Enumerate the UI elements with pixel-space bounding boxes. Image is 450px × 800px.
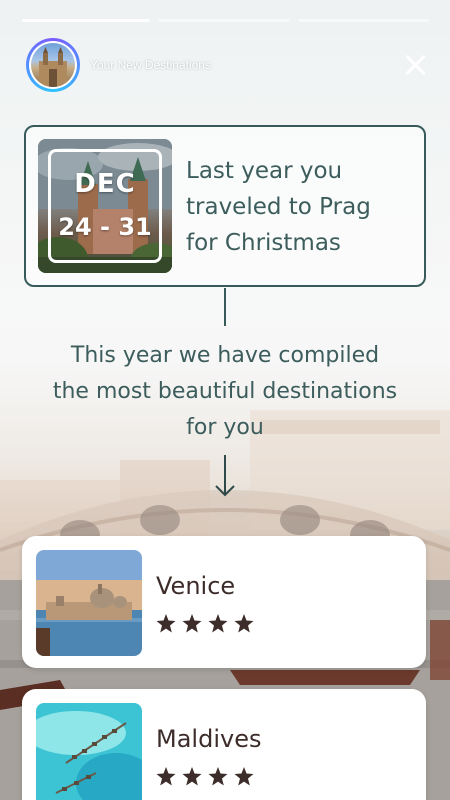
last-year-card: DEC 24 - 31 Last year you traveled to Pr…: [24, 125, 426, 287]
star-icon: [182, 614, 202, 633]
date-month: DEC: [74, 169, 136, 199]
destination-card-maldives[interactable]: Maldives: [22, 689, 426, 800]
avatar-image: [31, 43, 75, 87]
maldives-thumbnail: [36, 703, 142, 800]
star-icon: [156, 767, 176, 786]
header-title: Your New Destinations: [90, 58, 211, 72]
last-year-line-3: for Christmas: [186, 230, 341, 256]
prague-photo: DEC 24 - 31: [38, 139, 172, 273]
date-frame: [48, 149, 162, 263]
compiled-text: This year we have compiled the most beau…: [20, 338, 430, 446]
destination-name: Maldives: [156, 725, 262, 753]
connector-line: [224, 288, 226, 326]
arrow-down-icon: [215, 455, 235, 497]
venice-thumbnail: [36, 550, 142, 656]
star-icon: [208, 614, 228, 633]
star-icon: [234, 767, 254, 786]
progress-segment-2: [158, 19, 290, 22]
star-icon: [156, 614, 176, 633]
story-progress: [22, 19, 429, 22]
compiled-line-1: This year we have compiled: [70, 343, 380, 368]
star-rating: [156, 614, 254, 633]
destination-card-venice[interactable]: Venice: [22, 536, 426, 668]
star-icon: [208, 767, 228, 786]
date-days: 24 - 31: [58, 213, 152, 241]
close-icon[interactable]: [402, 51, 430, 79]
last-year-line-1: Last year you: [186, 158, 343, 184]
star-rating: [156, 767, 254, 786]
star-icon: [182, 767, 202, 786]
progress-segment-3: [298, 19, 429, 22]
compiled-line-2: the most beautiful destinations: [52, 379, 398, 404]
last-year-text: Last year you traveled to Prag for Chris…: [186, 153, 416, 261]
story-header: Your New Destinations: [26, 38, 430, 92]
progress-segment-1: [22, 19, 150, 22]
last-year-line-2: traveled to Prag: [186, 194, 371, 220]
star-icon: [234, 614, 254, 633]
destination-name: Venice: [156, 572, 236, 600]
avatar[interactable]: [26, 38, 80, 92]
compiled-line-3: for you: [186, 415, 264, 440]
